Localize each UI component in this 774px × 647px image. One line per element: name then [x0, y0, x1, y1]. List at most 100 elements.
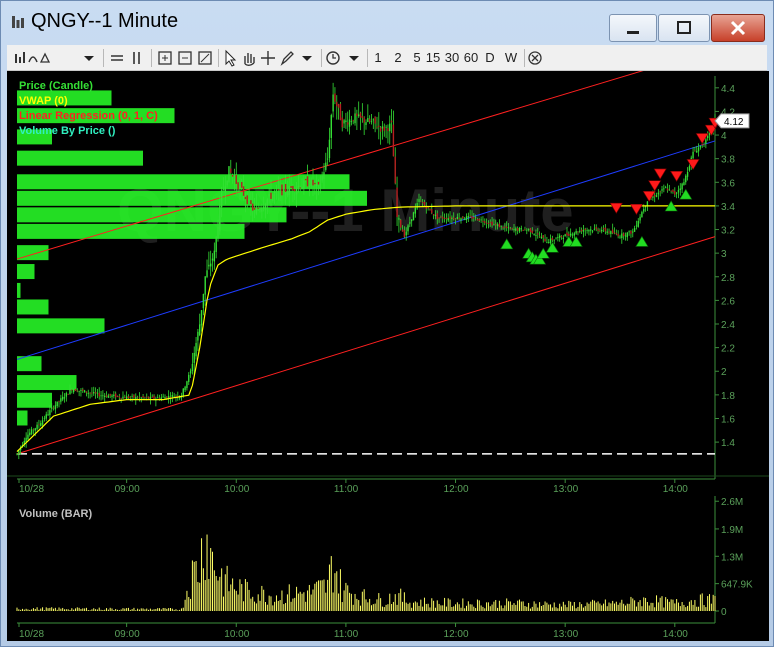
candle-body: [485, 222, 488, 224]
candle-body: [297, 185, 300, 188]
candle-body: [577, 231, 579, 233]
candle-body: [696, 150, 698, 153]
interval-60-button[interactable]: 60: [462, 48, 480, 68]
candle-body: [400, 219, 402, 228]
price-y-tick-label: 3.4: [721, 202, 735, 213]
candle-body: [310, 179, 312, 187]
candle-body: [67, 394, 69, 395]
vertical-layout-icon[interactable]: [129, 48, 145, 68]
interval-30-button[interactable]: 30: [443, 48, 461, 68]
zoom-area-icon[interactable]: [177, 48, 193, 68]
candle-body: [679, 188, 681, 191]
candle-body: [674, 191, 676, 195]
zoom-out-icon[interactable]: [197, 48, 213, 68]
price-y-tick-label: 1.4: [721, 438, 735, 449]
candle-body: [398, 218, 400, 220]
candle-body: [458, 217, 460, 219]
candle-body: [575, 231, 577, 234]
chart-area[interactable]: QNGY--1 Minute 4.4 4.2 4 3.8 3.6 3.4 3.2 3 2.8 2.6…: [7, 66, 769, 641]
maximize-button[interactable]: [658, 14, 710, 42]
candle-body: [493, 224, 495, 225]
candle-body: [231, 174, 234, 177]
candle-body: [535, 235, 537, 236]
chevron-down-icon[interactable]: [300, 48, 314, 68]
candle-body: [63, 397, 66, 399]
hand-pan-icon[interactable]: [241, 48, 257, 68]
interval-1-button[interactable]: 1: [371, 48, 385, 68]
candle-body: [520, 228, 523, 230]
candle-body: [237, 182, 239, 190]
candle-body: [255, 207, 258, 214]
candle-body: [303, 180, 305, 189]
candle-body: [573, 233, 576, 236]
interval-5-button[interactable]: 5: [410, 48, 424, 68]
chart-window: QNGY--1 Minute 1 2 5 15 30 60 D W QNGY--…: [0, 0, 774, 647]
price-x-tick-label: 12:00: [444, 484, 469, 495]
interval-weekly-button[interactable]: W: [503, 48, 519, 68]
candle-body: [321, 175, 323, 181]
minimize-button[interactable]: [609, 14, 657, 42]
candle-body: [586, 229, 588, 231]
interval-daily-button[interactable]: D: [483, 48, 497, 68]
candle-body: [359, 112, 362, 118]
candle-body: [153, 395, 155, 399]
chart-type-icon[interactable]: [13, 48, 51, 68]
candle-body: [622, 233, 625, 237]
sell-signal-marker: [670, 170, 684, 182]
pencil-icon[interactable]: [279, 48, 295, 68]
candle-body: [683, 182, 685, 186]
candle-body: [151, 396, 153, 398]
candle-body: [703, 143, 705, 145]
clock-icon[interactable]: [325, 48, 341, 68]
crosshair-icon[interactable]: [260, 48, 276, 68]
toolbar-divider: [151, 49, 152, 67]
volume-x-tick-label: 12:00: [444, 629, 469, 640]
candle-body: [436, 213, 438, 220]
candle-body: [215, 237, 217, 252]
candle-body: [268, 193, 270, 197]
horizontal-layout-icon[interactable]: [109, 48, 125, 68]
cursor-icon[interactable]: [222, 48, 238, 68]
cancel-icon[interactable]: [527, 48, 543, 68]
buy-signal-marker: [635, 235, 649, 247]
title-bar[interactable]: QNGY--1 Minute: [1, 1, 773, 42]
zoom-fit-icon[interactable]: [157, 48, 173, 68]
candle-body: [434, 214, 437, 217]
chevron-down-icon[interactable]: [82, 48, 96, 68]
candle-body: [94, 392, 97, 394]
interval-15-button[interactable]: 15: [425, 48, 441, 68]
candle-body: [447, 218, 449, 221]
chart-canvas[interactable]: QNGY--1 Minute4.44.243.83.63.43.232.82.6…: [7, 66, 769, 641]
candle-body: [533, 234, 535, 235]
candle-body: [416, 203, 418, 209]
candle-body: [606, 231, 608, 233]
candle-body: [348, 119, 351, 127]
interval-2-button[interactable]: 2: [391, 48, 405, 68]
candle-body: [246, 195, 248, 205]
candle-body: [566, 232, 568, 236]
candle-body: [670, 190, 672, 192]
last-price-label: 4.12: [724, 117, 744, 128]
volume-by-price-bar: [17, 392, 52, 408]
close-button[interactable]: [711, 14, 765, 42]
candle-body: [431, 209, 433, 214]
candle-body: [451, 217, 453, 220]
price-x-tick-label: 14:00: [663, 484, 688, 495]
candle-body: [290, 186, 292, 188]
candle-body: [74, 388, 77, 392]
candle-body: [396, 187, 398, 218]
candle-body: [482, 220, 484, 222]
price-y-tick-label: 2.6: [721, 296, 735, 307]
candle-body: [637, 220, 639, 227]
chevron-down-icon[interactable]: [347, 48, 361, 68]
candle-body: [308, 185, 311, 188]
candle-body: [405, 231, 407, 236]
candle-body: [409, 222, 411, 224]
candle-body: [312, 179, 314, 186]
candle-body: [471, 216, 473, 219]
candle-body: [548, 241, 550, 243]
candle-body: [206, 270, 208, 277]
candle-body: [29, 432, 31, 435]
candle-body: [204, 276, 206, 295]
candle-body: [345, 120, 347, 123]
